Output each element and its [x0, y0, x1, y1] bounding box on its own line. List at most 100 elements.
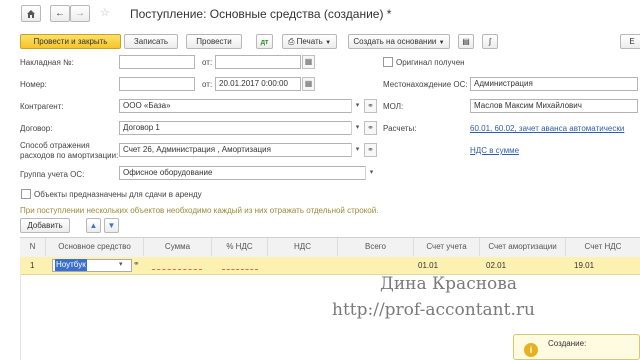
- col-depr-account[interactable]: Счет амортизации: [480, 238, 566, 256]
- arrow-down-icon: ▼: [107, 221, 116, 230]
- dt-kt-button[interactable]: дт: [256, 34, 273, 49]
- calendar-icon: ▦: [304, 79, 313, 88]
- print-button[interactable]: ⎙ Печать ▼: [282, 34, 337, 49]
- col-vat[interactable]: НДС: [268, 238, 338, 256]
- attachment-button[interactable]: ∫: [482, 34, 498, 49]
- chevron-down-icon: ▾: [119, 261, 123, 268]
- group-dropdown[interactable]: ▾: [365, 166, 377, 180]
- col-account[interactable]: Счет учета: [414, 238, 480, 256]
- contract-field[interactable]: Договор 1: [119, 121, 363, 135]
- report-button[interactable]: ▤: [458, 34, 474, 49]
- expense-method-field[interactable]: Счет 26, Администрация , Амортизация: [119, 143, 363, 157]
- asset-value[interactable]: Ноутбук: [55, 259, 87, 271]
- invoice-number-field[interactable]: [119, 55, 195, 69]
- window-title: Поступление: Основные средства (создание…: [130, 7, 392, 21]
- hint-text: При поступлении нескольких объектов необ…: [20, 206, 379, 215]
- more-button[interactable]: Е: [620, 34, 640, 49]
- rent-label: Объекты предназначены для сдачи в аренду: [34, 190, 202, 199]
- chevron-down-icon: ▼: [438, 40, 445, 46]
- create-based-on-label: Создать на основании: [353, 37, 437, 46]
- debit-credit-icon: дт: [260, 39, 269, 46]
- counterparty-open[interactable]: ⚭: [364, 99, 377, 113]
- settlements-link[interactable]: 60.01, 60.02, зачет аванса автоматически: [470, 124, 624, 133]
- vat-account-value[interactable]: 19.01: [574, 258, 594, 274]
- asset-open[interactable]: ⚭: [133, 259, 140, 268]
- account-value[interactable]: 01.01: [418, 258, 438, 274]
- rent-checkbox[interactable]: [21, 189, 31, 199]
- col-sum[interactable]: Сумма: [144, 238, 212, 256]
- notification-popup[interactable]: i Создание:: [513, 334, 640, 360]
- col-vat-rate[interactable]: % НДС: [212, 238, 268, 256]
- notification-text: Создание:: [548, 339, 587, 348]
- chevron-down-icon: ▼: [325, 40, 332, 46]
- open-link-icon: ⚭: [367, 145, 374, 154]
- expense-method-open[interactable]: ⚭: [364, 143, 377, 157]
- chevron-down-icon: ▾: [355, 124, 360, 131]
- depr-account-value[interactable]: 02.01: [486, 258, 506, 274]
- vat-rate-cell[interactable]: [222, 269, 258, 270]
- invoice-label: Накладная №:: [20, 58, 74, 67]
- date-picker[interactable]: ▦: [302, 77, 315, 91]
- post-button[interactable]: Провести: [186, 34, 242, 49]
- move-down-button[interactable]: ▼: [104, 218, 119, 233]
- save-button[interactable]: Записать: [124, 34, 178, 49]
- counterparty-field[interactable]: ООО «База»: [119, 99, 363, 113]
- row-number: 1: [30, 261, 35, 270]
- star-icon[interactable]: ☆: [100, 6, 110, 19]
- chevron-down-icon: ▾: [355, 102, 360, 109]
- arrow-up-icon: ▲: [89, 221, 98, 230]
- vat-link[interactable]: НДС в сумме: [470, 146, 519, 155]
- open-link-icon: ⚭: [133, 259, 140, 268]
- expense-method-label-1: Способ отражения: [20, 141, 90, 150]
- number-field[interactable]: [119, 77, 195, 91]
- watermark-name: Дина Краснова: [380, 274, 517, 294]
- number-label: Номер:: [20, 80, 47, 89]
- watermark-url: http://prof-accontant.ru: [332, 300, 535, 320]
- forward-button[interactable]: →: [70, 5, 90, 22]
- group-label: Группа учета ОС:: [20, 170, 85, 179]
- counterparty-dropdown[interactable]: ▾: [351, 99, 363, 113]
- sum-cell[interactable]: [152, 269, 202, 270]
- counterparty-label: Контрагент:: [20, 102, 64, 111]
- chevron-down-icon: ▾: [355, 146, 360, 153]
- open-link-icon: ⚭: [367, 123, 374, 132]
- create-based-on-button[interactable]: Создать на основании ▼: [348, 34, 450, 49]
- from-label: от:: [202, 58, 213, 67]
- date-field[interactable]: 20.01.2017 0:00:00: [215, 77, 301, 91]
- mol-field[interactable]: Маслов Максим Михайлович: [470, 99, 638, 113]
- contract-label: Договор:: [20, 124, 53, 133]
- expense-method-label-2: расходов по амортизации:: [20, 151, 119, 160]
- settlements-label: Расчеты:: [383, 124, 417, 133]
- arrow-left-icon: ←: [55, 8, 65, 19]
- info-icon: i: [524, 343, 538, 357]
- invoice-date-picker[interactable]: ▦: [302, 55, 315, 69]
- asset-dropdown[interactable]: ▾: [119, 260, 123, 268]
- print-label: Печать: [296, 37, 323, 46]
- arrow-right-icon: →: [75, 8, 85, 19]
- document-icon: ▤: [462, 37, 470, 46]
- original-checkbox[interactable]: [383, 57, 393, 67]
- printer-icon: ⎙: [287, 37, 295, 46]
- expense-method-dropdown[interactable]: ▾: [351, 143, 363, 157]
- col-n[interactable]: N: [20, 238, 46, 256]
- location-field[interactable]: Администрация: [470, 77, 638, 91]
- open-link-icon: ⚭: [367, 101, 374, 110]
- col-vat-account[interactable]: Счет НДС: [566, 238, 640, 256]
- add-button[interactable]: Добавить: [20, 218, 70, 233]
- from-label: от:: [202, 80, 213, 89]
- location-label: Местонахождение ОС:: [383, 80, 468, 89]
- calendar-icon: ▦: [304, 57, 313, 66]
- invoice-date-field[interactable]: [215, 55, 301, 69]
- group-field[interactable]: Офисное оборудование: [119, 166, 377, 180]
- col-total[interactable]: Всего: [338, 238, 414, 256]
- contract-dropdown[interactable]: ▾: [351, 121, 363, 135]
- home-button[interactable]: [21, 5, 41, 22]
- paperclip-icon: ∫: [488, 37, 492, 46]
- back-button[interactable]: ←: [50, 5, 70, 22]
- move-up-button[interactable]: ▲: [86, 218, 101, 233]
- post-and-close-button[interactable]: Провести и закрыть: [20, 34, 121, 49]
- contract-open[interactable]: ⚭: [364, 121, 377, 135]
- home-icon: [27, 10, 35, 18]
- chevron-down-icon: ▾: [369, 169, 374, 176]
- col-asset[interactable]: Основное средство: [46, 238, 144, 256]
